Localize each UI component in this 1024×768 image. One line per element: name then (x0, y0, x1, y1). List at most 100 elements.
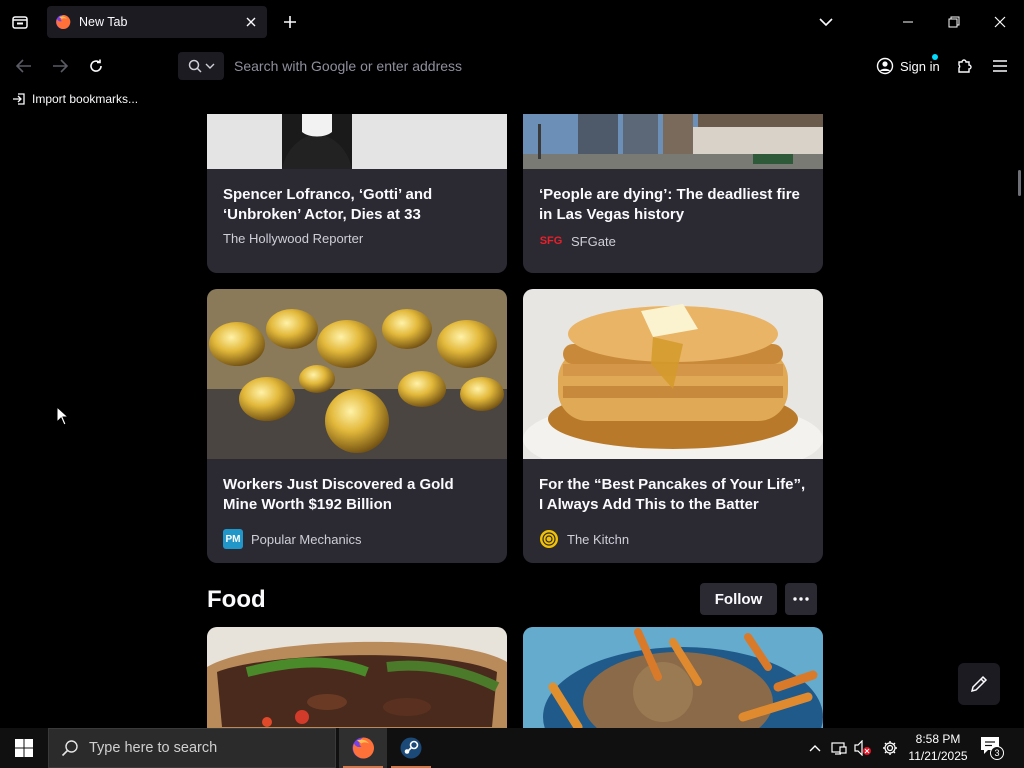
navigation-toolbar: Sign in (0, 44, 1024, 88)
bookmarks-toolbar: Import bookmarks... (0, 88, 1024, 114)
more-options-icon (793, 597, 809, 601)
chevron-up-icon (809, 745, 821, 752)
network-icon (831, 742, 847, 755)
section-title: Food (207, 586, 266, 613)
story-headline: ‘People are dying’: The deadliest fire i… (539, 186, 800, 223)
taskbar-search-input[interactable] (89, 740, 319, 756)
story-card[interactable] (207, 627, 507, 728)
new-tab-page: Spencer Lofranco, ‘Gotti’ and ‘Unbroken’… (0, 114, 1024, 728)
puzzle-icon (958, 59, 972, 73)
steam-icon (400, 737, 422, 759)
search-icon (61, 740, 78, 757)
story-source: PM Popular Mechanics (223, 529, 362, 549)
app-menu-button[interactable] (987, 53, 1013, 79)
story-card[interactable]: Workers Just Discovered a Gold Mine Wort… (207, 289, 507, 563)
account-icon (876, 57, 894, 75)
restore-icon (948, 16, 960, 28)
url-input[interactable] (234, 58, 814, 74)
firefox-icon (56, 14, 71, 29)
settings-tray-icon[interactable] (880, 738, 900, 758)
search-icon (188, 59, 202, 73)
scrollbar-thumb[interactable] (1018, 170, 1021, 196)
close-window-button[interactable] (977, 6, 1023, 38)
address-bar (172, 50, 852, 82)
plus-icon (284, 16, 296, 28)
start-button[interactable] (0, 728, 48, 768)
story-headline: Spencer Lofranco, ‘Gotti’ and ‘Unbroken’… (223, 186, 433, 223)
gear-icon (883, 741, 897, 755)
story-source: The Kitchn (539, 529, 629, 549)
story-source: The Hollywood Reporter (223, 231, 363, 246)
pencil-icon (970, 675, 988, 693)
story-card[interactable]: For the “Best Pancakes of Your Life”, I … (523, 289, 823, 563)
section-more-button[interactable] (785, 583, 817, 615)
tab-new-tab[interactable]: New Tab (47, 6, 267, 38)
tab-close-button[interactable] (243, 14, 259, 30)
back-button[interactable] (11, 53, 37, 79)
tab-strip: New Tab (0, 0, 1024, 44)
story-image-gold-nuggets (207, 289, 507, 459)
volume-muted-icon (854, 740, 871, 756)
chevron-down-icon (205, 63, 214, 69)
notification-dot (932, 54, 938, 60)
story-image-las-vegas (523, 114, 823, 169)
windows-taskbar: 8:58 PM 11/21/2025 3 (0, 728, 1024, 768)
list-all-tabs-button[interactable] (814, 10, 838, 34)
story-image-fries-plate (523, 627, 823, 728)
search-engine-selector[interactable] (178, 52, 224, 80)
the-kitchn-logo (540, 530, 558, 548)
source-name: Popular Mechanics (251, 531, 362, 547)
firefox-view-icon (12, 16, 28, 29)
import-bookmarks-button[interactable]: Import bookmarks... (12, 92, 138, 106)
popular-mechanics-logo: PM (223, 529, 243, 549)
clock-time: 8:58 PM (915, 732, 961, 746)
source-name: SFGate (571, 233, 616, 249)
import-bookmarks-label: Import bookmarks... (32, 92, 139, 106)
import-icon (13, 93, 25, 105)
taskbar-search[interactable] (48, 728, 336, 768)
windows-logo-icon (15, 739, 33, 757)
taskbar-firefox[interactable] (339, 728, 387, 768)
firefox-icon (352, 737, 374, 759)
forward-button[interactable] (47, 53, 73, 79)
sign-in-button[interactable]: Sign in (870, 50, 942, 82)
source-name: The Hollywood Reporter (223, 231, 364, 246)
tab-title: New Tab (79, 15, 128, 29)
arrow-right-icon (53, 59, 68, 73)
story-headline: Workers Just Discovered a Gold Mine Wort… (223, 476, 454, 513)
volume-tray-icon[interactable] (853, 738, 873, 758)
chevron-down-icon (819, 18, 833, 27)
sign-in-label: Sign in (900, 58, 940, 74)
minimize-button[interactable] (885, 6, 931, 38)
new-tab-button[interactable] (278, 10, 302, 34)
story-image-pancakes (523, 289, 823, 459)
show-hidden-icons-button[interactable] (805, 738, 825, 758)
mouse-pointer-icon (56, 406, 70, 426)
taskbar-steam[interactable] (387, 728, 435, 768)
customize-button[interactable] (958, 663, 1000, 705)
source-name: The Kitchn (567, 531, 630, 547)
restore-button[interactable] (931, 6, 977, 38)
system-clock[interactable]: 8:58 PM 11/21/2025 (906, 731, 970, 765)
story-card[interactable]: ‘People are dying’: The deadliest fire i… (523, 114, 823, 273)
network-tray-icon[interactable] (829, 738, 849, 758)
close-icon (994, 16, 1006, 28)
reload-icon (90, 59, 102, 72)
story-headline: For the “Best Pancakes of Your Life”, I … (539, 476, 806, 513)
minimize-icon (903, 21, 913, 23)
extensions-button[interactable] (951, 53, 977, 79)
clock-date: 11/21/2025 (908, 749, 968, 763)
story-source: SFG SFGate (539, 231, 616, 251)
notification-count-badge: 3 (990, 746, 1004, 760)
close-icon (246, 17, 256, 27)
hamburger-menu-icon (993, 60, 1007, 72)
sfgate-logo: SFG (539, 235, 563, 247)
follow-button[interactable]: Follow (700, 583, 777, 615)
story-image-actor (207, 114, 507, 169)
arrow-left-icon (16, 59, 31, 73)
reload-button[interactable] (83, 53, 109, 79)
story-card[interactable]: Spencer Lofranco, ‘Gotti’ and ‘Unbroken’… (207, 114, 507, 273)
story-image-sandwich (207, 627, 507, 728)
story-card[interactable] (523, 627, 823, 728)
firefox-view-button[interactable] (8, 10, 32, 34)
